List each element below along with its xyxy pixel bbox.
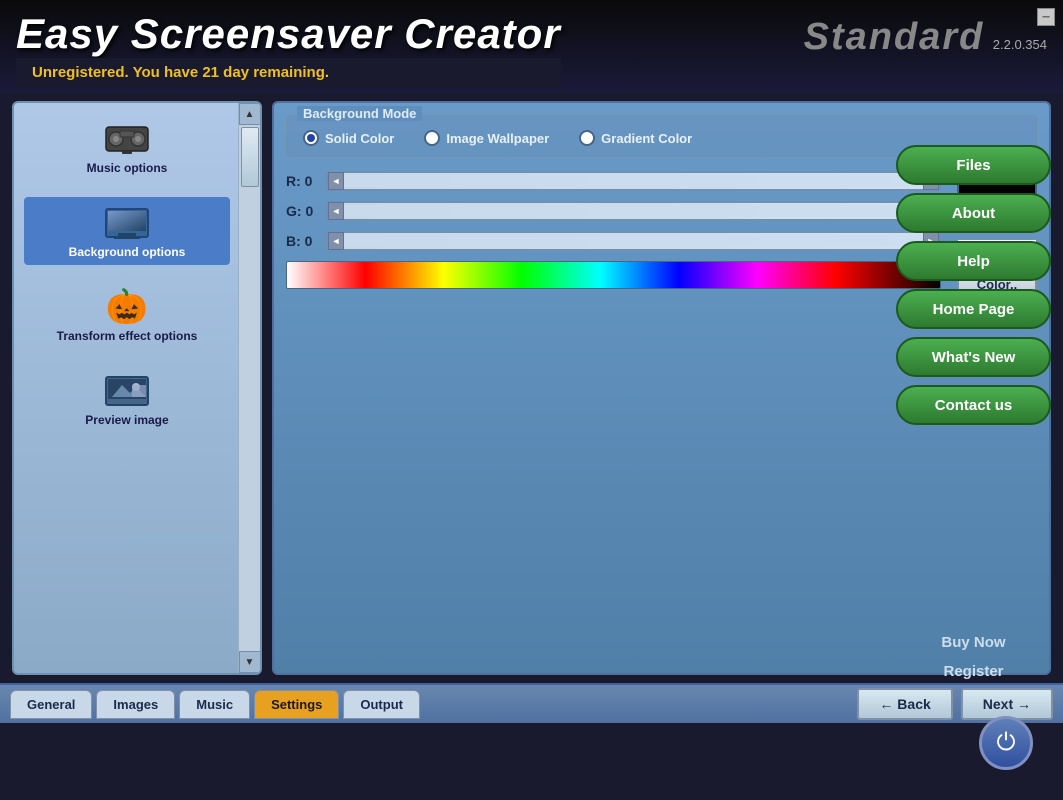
header: Easy Screensaver Creator Unregistered. Y… [0,0,1063,93]
background-icon [102,203,152,243]
power-button[interactable]: ⏻ [979,716,1033,770]
b-label: B: 0 [286,233,316,249]
radio-image-wallpaper[interactable]: Image Wallpaper [424,130,549,146]
g-slider[interactable]: ◄ ► [326,201,941,221]
window-controls: ─ [1037,8,1055,26]
buy-now-link[interactable]: Buy Now [941,634,1005,651]
radio-gradient-color[interactable]: Gradient Color [579,130,692,146]
right-sidebar: Files About Help Home Page What's New Co… [896,145,1051,425]
left-panel: ▲ ▼ Mu [12,101,262,675]
help-button[interactable]: Help [896,241,1051,281]
r-slider[interactable]: ◄ ► [326,171,941,191]
sidebar-item-preview[interactable]: Preview image [24,365,230,433]
preview-icon [102,371,152,411]
b-slider-row: B: 0 ◄ ► [286,231,941,251]
tab-images[interactable]: Images [96,690,175,719]
scroll-down-button[interactable]: ▼ [239,651,261,673]
right-bottom-links: Buy Now Register [896,634,1051,680]
radio-solid-color[interactable]: Solid Color [303,130,394,146]
back-button[interactable]: ← Back [857,688,952,720]
scroll-thumb[interactable] [241,127,259,187]
about-button[interactable]: About [896,193,1051,233]
music-icon [102,119,152,159]
scroll-up-button[interactable]: ▲ [239,103,261,125]
g-slider-row: G: 0 ◄ ► [286,201,941,221]
g-left-arrow[interactable]: ◄ [328,202,344,220]
minimize-button[interactable]: ─ [1037,8,1055,26]
sidebar-item-music[interactable]: Music options [24,113,230,181]
g-label: G: 0 [286,203,316,219]
transform-icon: 🎃 [102,287,152,327]
bg-mode-legend: Background Mode [297,106,422,121]
r-fill [344,175,923,187]
whatsnew-button[interactable]: What's New [896,337,1051,377]
b-left-arrow[interactable]: ◄ [328,232,344,250]
sidebar-item-background[interactable]: Background options [24,197,230,265]
sidebar-item-transform[interactable]: 🎃 Transform effect options [24,281,230,349]
sidebar-items: Music options [14,103,260,443]
tab-bar: General Images Music Settings Output ← B… [0,683,1063,723]
g-fill [344,205,923,217]
files-button[interactable]: Files [896,145,1051,185]
version-area: Standard 2.2.0.354 [804,16,1047,59]
tab-settings[interactable]: Settings [254,690,339,719]
radio-image-label: Image Wallpaper [446,131,549,146]
tab-general[interactable]: General [10,690,92,719]
radio-gradient-btn[interactable] [579,130,595,146]
nav-buttons: ← Back Next → [857,688,1053,720]
contact-button[interactable]: Contact us [896,385,1051,425]
homepage-button[interactable]: Home Page [896,289,1051,329]
sidebar-item-music-label: Music options [87,161,168,175]
version-number: 2.2.0.354 [993,37,1047,52]
unregistered-banner: Unregistered. You have 21 day remaining. [16,58,561,87]
radio-image-btn[interactable] [424,130,440,146]
spectrum-bar[interactable] [286,261,941,289]
radio-solid-label: Solid Color [325,131,394,146]
scrollbar[interactable]: ▲ ▼ [238,103,260,673]
r-left-arrow[interactable]: ◄ [328,172,344,190]
power-icon: ⏻ [997,729,1016,757]
rgb-sliders: R: 0 ◄ ► G: 0 ◄ ► [286,171,941,289]
radio-gradient-label: Gradient Color [601,131,692,146]
b-fill [344,235,923,247]
radio-group: Solid Color Image Wallpaper Gradient Col… [303,130,1020,146]
sidebar-item-background-label: Background options [69,245,186,259]
edition-label: Standard [804,16,985,58]
scroll-track [239,125,260,651]
r-slider-row: R: 0 ◄ ► [286,171,941,191]
tab-output[interactable]: Output [343,690,420,719]
sidebar-item-transform-label: Transform effect options [57,329,198,343]
register-link[interactable]: Register [943,663,1003,680]
r-label: R: 0 [286,173,316,189]
b-slider[interactable]: ◄ ► [326,231,941,251]
tab-music[interactable]: Music [179,690,250,719]
app-title: Easy Screensaver Creator [16,10,561,58]
radio-solid-btn[interactable] [303,130,319,146]
sidebar-item-preview-label: Preview image [85,413,168,427]
